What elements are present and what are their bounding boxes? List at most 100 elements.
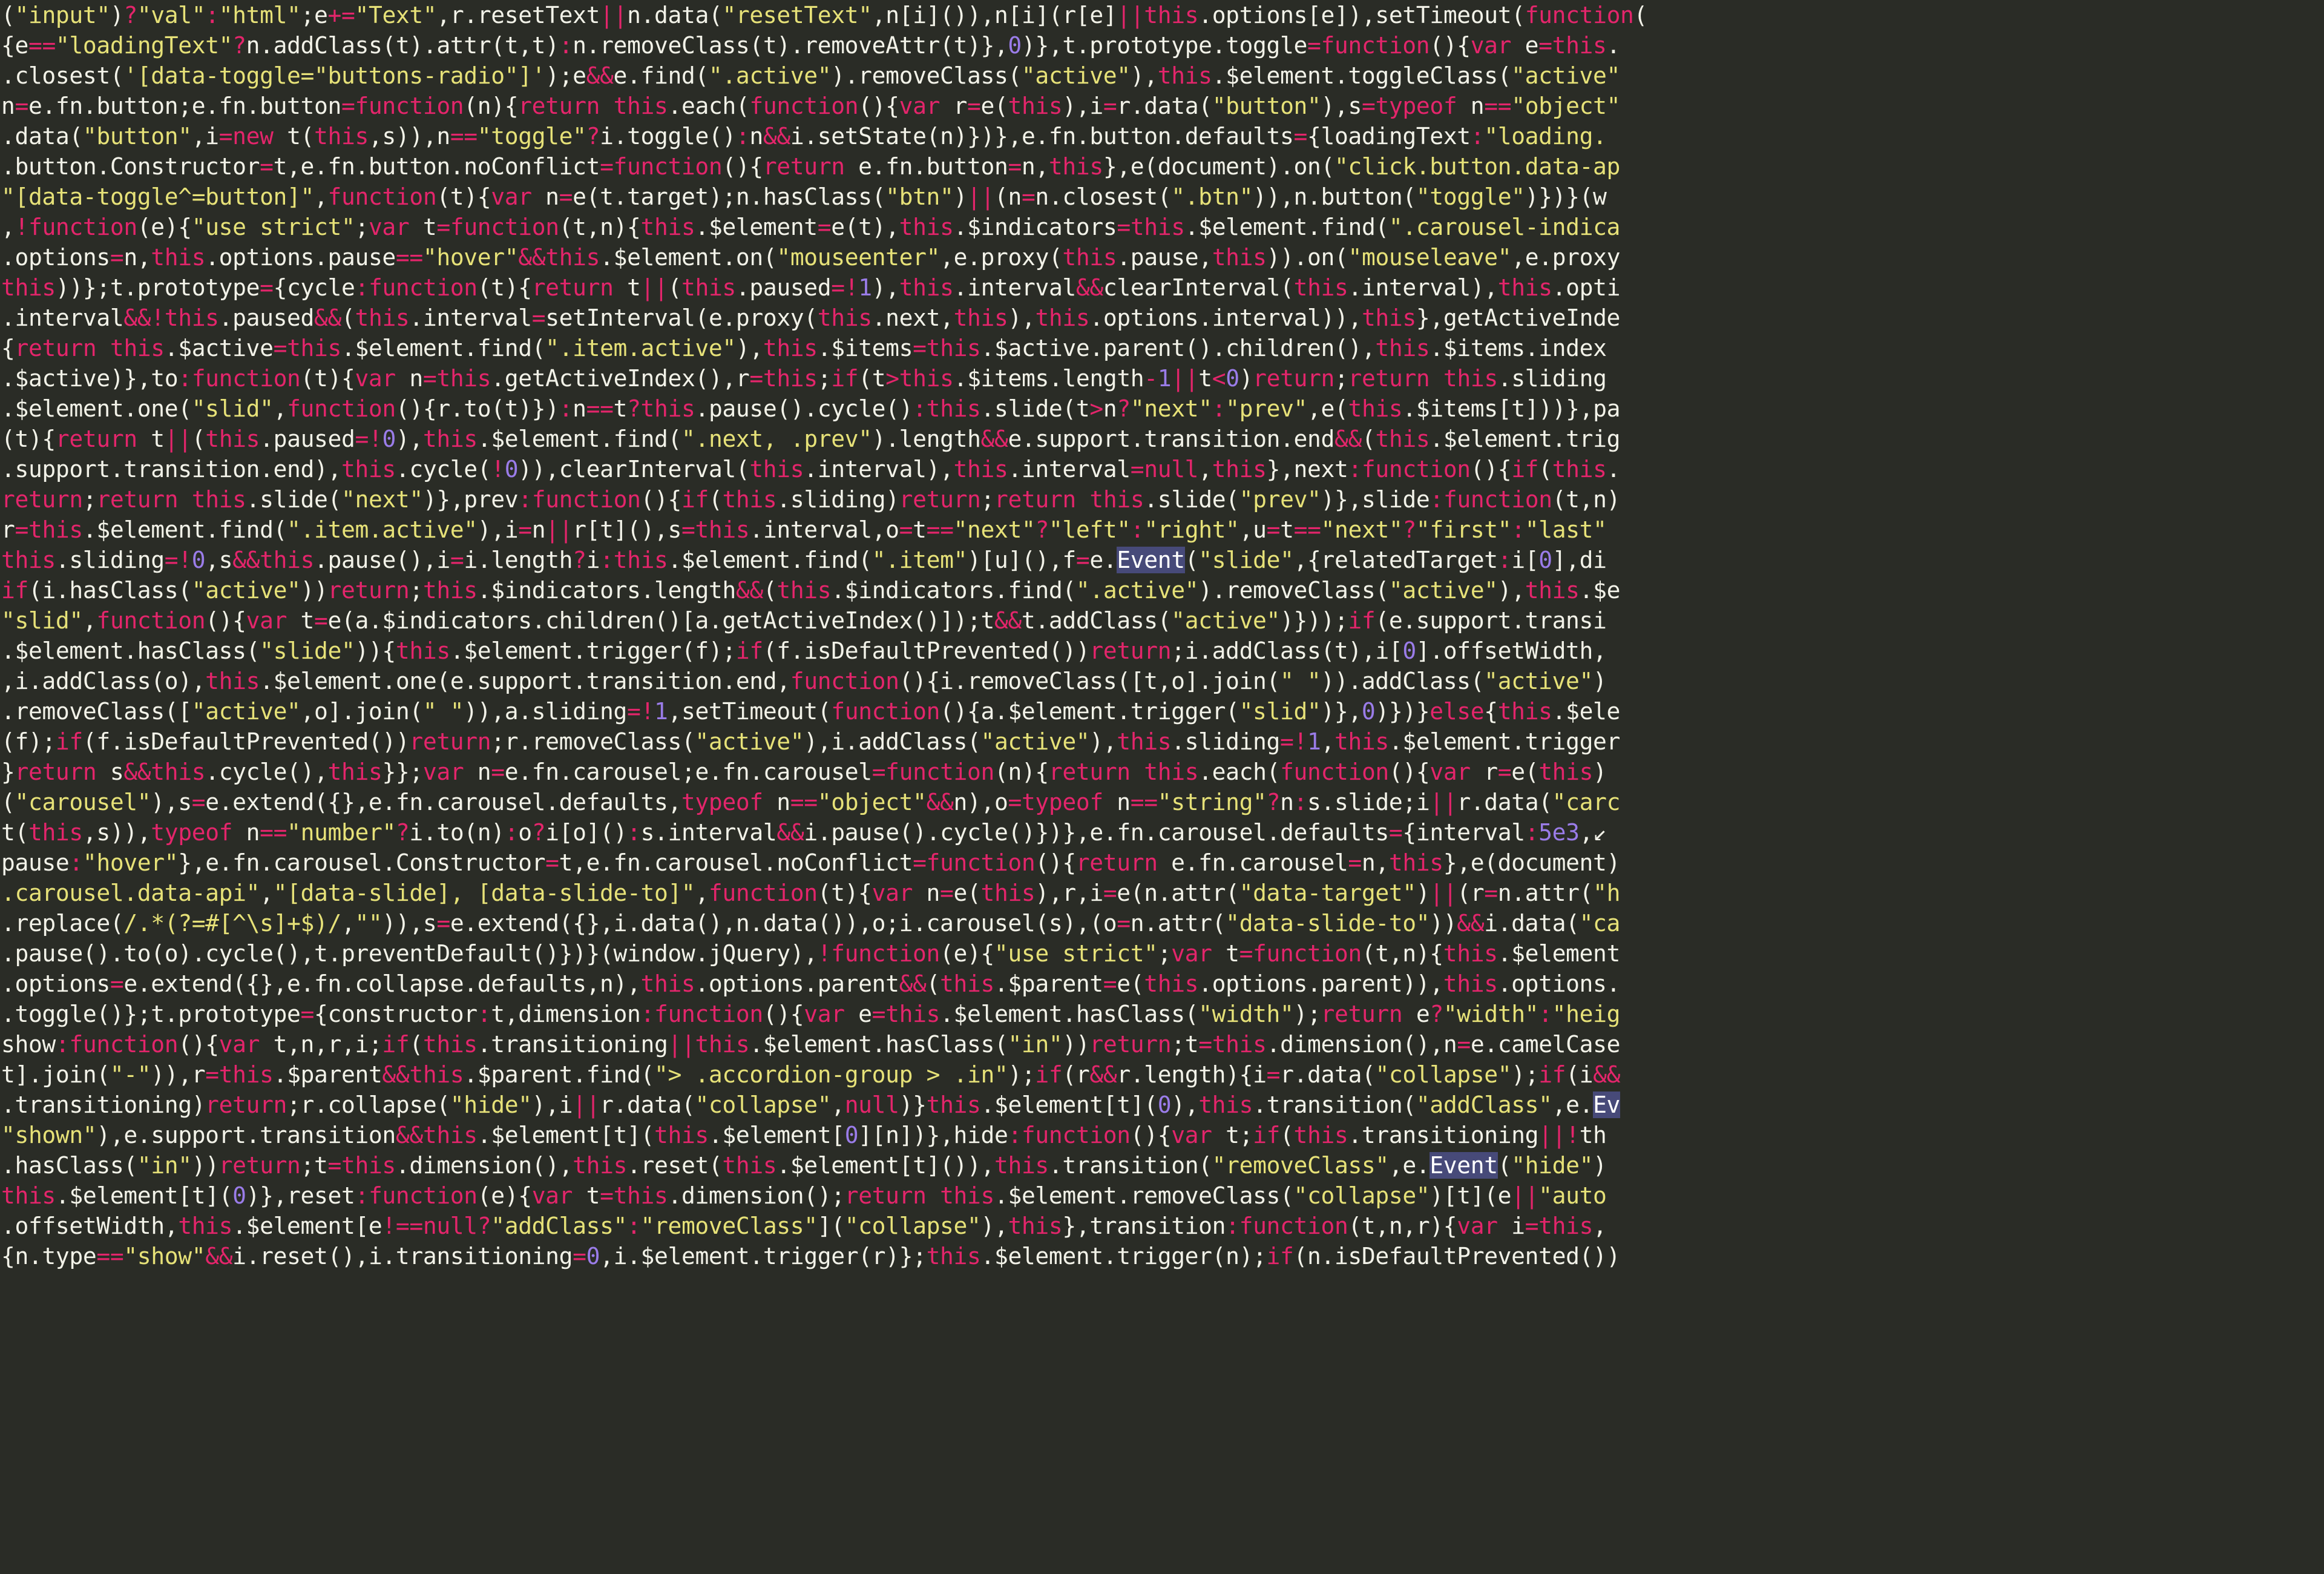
- code-line[interactable]: .replace(/.*(?=#[^\s]+$)/,"")),s=e.exten…: [0, 908, 2324, 938]
- code-token: "collapse": [1375, 1061, 1512, 1088]
- code-token: n,: [123, 244, 151, 271]
- code-line[interactable]: .button.Constructor=t,e.fn.button.noConf…: [0, 151, 2324, 182]
- code-token: )[t](e: [1430, 1182, 1512, 1209]
- code-token: )){: [355, 637, 396, 664]
- code-token: .$element[t]()),: [776, 1152, 994, 1179]
- code-line[interactable]: .offsetWidth,this.$element[e!==null?"add…: [0, 1211, 2324, 1241]
- code-token: "active": [1021, 62, 1131, 89]
- code-token: ](: [817, 1213, 845, 1239]
- code-token: .$active: [164, 335, 274, 361]
- code-token: =: [218, 123, 233, 150]
- code-token: (e){: [477, 1182, 532, 1209]
- code-line[interactable]: .transitioning)return;r.collapse("hide")…: [0, 1090, 2324, 1120]
- code-token: this: [722, 486, 777, 513]
- code-token: this: [205, 426, 260, 452]
- code-line[interactable]: .options=n,this.options.pause=="hover"&&…: [0, 242, 2324, 272]
- code-token: this: [1008, 93, 1063, 119]
- code-token: =: [15, 93, 28, 119]
- code-token: )),r: [151, 1061, 206, 1088]
- code-token: )).on(: [1266, 244, 1348, 271]
- code-token: var: [491, 183, 532, 210]
- code-token: ;r.collapse(: [287, 1092, 450, 1118]
- code-token: .data(: [1, 123, 83, 150]
- code-line[interactable]: .closest('[data-toggle="buttons-radio"]'…: [0, 61, 2324, 91]
- code-token: .$element[e: [232, 1213, 382, 1239]
- code-line[interactable]: .interval&&!this.paused&&(this.interval=…: [0, 303, 2324, 333]
- code-token: .options.parent: [695, 970, 899, 997]
- code-token: .cycle(: [395, 456, 491, 482]
- code-line[interactable]: "[data-toggle^=button]",function(t){var …: [0, 182, 2324, 212]
- code-line[interactable]: this.$element[t](0)},reset:function(e){v…: [0, 1180, 2324, 1211]
- code-token: )),clearInterval(: [518, 456, 750, 482]
- code-token: )},: [1321, 698, 1362, 725]
- code-line[interactable]: (t){return t||(this.paused=!0),this.$ele…: [0, 424, 2324, 454]
- code-token: this: [1525, 577, 1580, 604]
- code-token: +=: [327, 2, 355, 28]
- code-line[interactable]: .options=e.extend({},e.fn.collapse.defau…: [0, 969, 2324, 999]
- code-token: function: [654, 1001, 763, 1027]
- code-line[interactable]: .carousel.data-api","[data-slide], [data…: [0, 878, 2324, 908]
- code-line[interactable]: ("input")?"val":"html";e+="Text",r.reset…: [0, 0, 2324, 30]
- code-token: n: [1103, 395, 1117, 422]
- code-line[interactable]: this))};t.prototype={cycle:function(t){r…: [0, 272, 2324, 303]
- code-line[interactable]: .$element.hasClass("slide")){this.$eleme…: [0, 636, 2324, 666]
- code-token: :: [627, 819, 641, 846]
- code-line[interactable]: .toggle()};t.prototype={constructor:t,di…: [0, 999, 2324, 1029]
- code-line[interactable]: r=this.$element.find(".item.active"),i=n…: [0, 515, 2324, 545]
- code-token: 0: [232, 1182, 246, 1209]
- code-line[interactable]: ,!function(e){"use strict";var t=functio…: [0, 212, 2324, 242]
- code-line[interactable]: {return this.$active=this.$element.find(…: [0, 333, 2324, 363]
- code-line[interactable]: {n.type=="show"&&i.reset(),i.transitioni…: [0, 1241, 2324, 1271]
- code-token: =: [1307, 32, 1321, 59]
- code-line[interactable]: return;return this.slide("next")},prev:f…: [0, 484, 2324, 515]
- code-token: (: [341, 305, 355, 331]
- code-line[interactable]: t(this,s)),typeof n=="number"?i.to(n):o?…: [0, 817, 2324, 848]
- code-token: :: [355, 1182, 369, 1209]
- code-token: n: [1103, 789, 1131, 815]
- code-token: ),s: [1321, 93, 1362, 119]
- code-token: .transition(: [1253, 1092, 1416, 1118]
- code-token: =: [1457, 1031, 1471, 1058]
- code-token: function: [1021, 1122, 1131, 1148]
- code-line[interactable]: show:function(){var t,n,r,i;if(this.tran…: [0, 1029, 2324, 1059]
- code-line[interactable]: {e=="loadingText"?n.addClass(t).attr(t,t…: [0, 30, 2324, 61]
- code-token: .dimension();: [668, 1182, 845, 1209]
- code-line[interactable]: this.sliding=!0,s&&this.pause(),i=i.leng…: [0, 545, 2324, 575]
- code-line[interactable]: }return s&&this.cycle(),this}};var n=e.f…: [0, 757, 2324, 787]
- code-line[interactable]: .$active)},to:function(t){var n=this.get…: [0, 363, 2324, 394]
- code-line[interactable]: n=e.fn.button;e.fn.button=function(n){re…: [0, 91, 2324, 121]
- code-token: ==: [260, 819, 287, 846]
- code-token: "hide": [1511, 1152, 1594, 1179]
- code-token: "removeClass": [640, 1213, 818, 1239]
- code-line[interactable]: "shown"),e.support.transition&&this.$ele…: [0, 1120, 2324, 1150]
- code-token: t: [137, 426, 165, 452]
- code-token: &&: [1075, 274, 1103, 301]
- code-token: ),i: [477, 516, 519, 543]
- code-token: .button.Constructor: [1, 153, 260, 180]
- code-token: ,: [82, 607, 97, 634]
- code-line[interactable]: .support.transition.end),this.cycle(!0))…: [0, 454, 2324, 484]
- code-token: e(n.attr(: [1117, 880, 1239, 906]
- code-token: e.support.transition.end: [1008, 426, 1335, 452]
- code-line[interactable]: pause:"hover"},e.fn.carousel.Constructor…: [0, 848, 2324, 878]
- code-line[interactable]: ("carousel"),s=e.extend({},e.fn.carousel…: [0, 787, 2324, 817]
- code-token: this: [1375, 335, 1430, 361]
- code-line[interactable]: if(i.hasClass("active"))return;this.$ind…: [0, 575, 2324, 605]
- code-editor-viewport[interactable]: ("input")?"val":"html";e+="Text",r.reset…: [0, 0, 2324, 1574]
- code-line[interactable]: ,i.addClass(o),this.$element.one(e.suppo…: [0, 666, 2324, 696]
- code-line[interactable]: .hasClass("in"))return;t=this.dimension(…: [0, 1150, 2324, 1180]
- code-token: function: [327, 183, 437, 210]
- code-token: &&: [1089, 1061, 1117, 1088]
- code-line[interactable]: t].join("-")),r=this.$parent&&this.$pare…: [0, 1059, 2324, 1090]
- code-line[interactable]: (f);if(f.isDefaultPrevented())return;r.r…: [0, 726, 2324, 757]
- code-token: ),: [872, 274, 899, 301]
- code-token: n: [1280, 789, 1294, 815]
- code-line[interactable]: .$element.one("slid",function(){r.to(t)}…: [0, 394, 2324, 424]
- code-line[interactable]: .removeClass(["active",o].join(" ")),a.s…: [0, 696, 2324, 726]
- code-line[interactable]: .pause().to(o).cycle(),t.preventDefault(…: [0, 938, 2324, 969]
- code-token: !==: [382, 1213, 423, 1239]
- code-line[interactable]: .data("button",i=new t(this,s)),n=="togg…: [0, 121, 2324, 151]
- code-line[interactable]: "slid",function(){var t=e(a.$indicators.…: [0, 605, 2324, 636]
- code-token: .pause().cycle(): [695, 395, 913, 422]
